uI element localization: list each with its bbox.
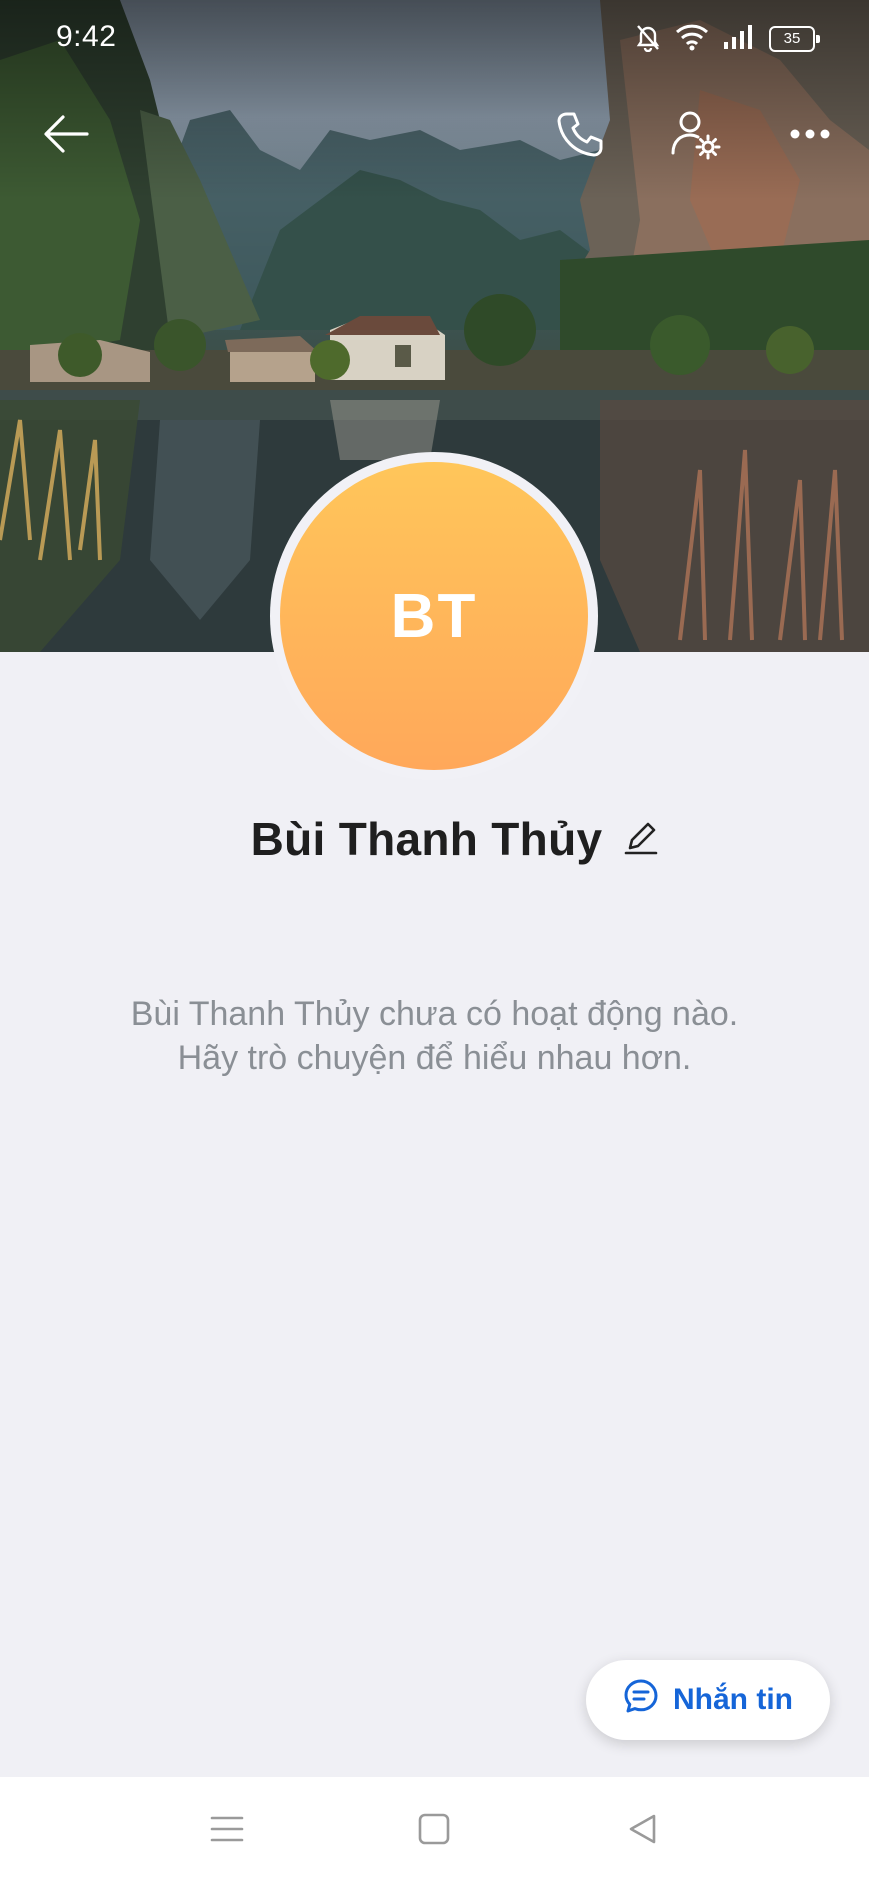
pencil-icon[interactable]	[624, 818, 658, 861]
avatar-initials: BT	[280, 462, 588, 770]
send-message-button[interactable]: Nhắn tin	[586, 1660, 830, 1740]
user-settings-icon	[668, 107, 722, 166]
profile-name-row: Bùi Thanh Thủy	[0, 812, 869, 866]
user-settings-button[interactable]	[663, 104, 727, 168]
more-button[interactable]	[778, 104, 842, 168]
signal-icon	[723, 24, 755, 55]
empty-message-line1: Bùi Thanh Thủy chưa có hoạt động nào.	[130, 995, 739, 1033]
wifi-icon	[675, 23, 709, 56]
status-time: 9:42	[56, 20, 117, 53]
avatar[interactable]: BT	[270, 452, 598, 780]
chat-bubble-icon	[623, 1678, 659, 1722]
home-icon	[418, 1813, 450, 1850]
back-arrow-icon	[43, 114, 89, 159]
profile-name: Bùi Thanh Thủy	[250, 813, 603, 865]
empty-message-line2: Hãy trò chuyện để hiểu nhau hơn.	[177, 1039, 692, 1077]
mute-bell-icon	[635, 22, 661, 57]
battery-icon: 35	[769, 26, 820, 52]
send-message-label: Nhắn tin	[673, 1683, 793, 1716]
system-nav-bar	[0, 1777, 869, 1884]
status-icons: 35	[635, 20, 820, 58]
empty-activity-message: Bùi Thanh Thủy chưa có hoạt động nào. Hã…	[0, 992, 869, 1080]
phone-icon	[555, 109, 605, 164]
nav-home-button[interactable]	[404, 1801, 464, 1861]
back-button[interactable]	[34, 104, 98, 168]
status-bar: 9:42 35	[0, 0, 869, 78]
menu-icon	[210, 1814, 244, 1849]
back-icon	[627, 1813, 657, 1850]
nav-menu-button[interactable]	[197, 1801, 257, 1861]
nav-back-button[interactable]	[612, 1801, 672, 1861]
call-button[interactable]	[548, 104, 612, 168]
more-icon	[789, 127, 831, 145]
